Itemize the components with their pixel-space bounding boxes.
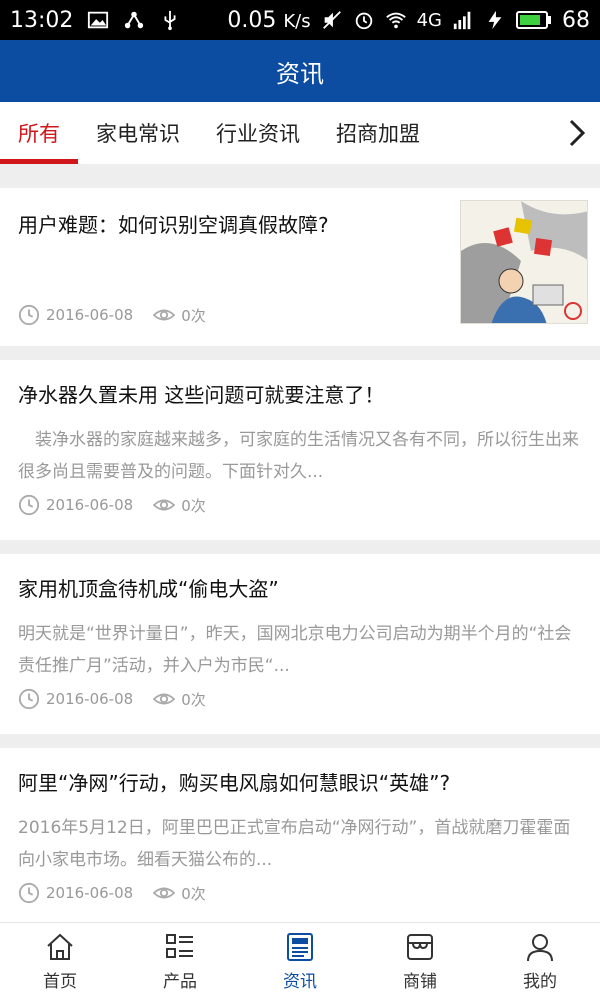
mute-icon bbox=[322, 11, 341, 29]
home-icon bbox=[47, 933, 73, 960]
eye-icon bbox=[153, 693, 176, 705]
clock-icon bbox=[18, 688, 40, 710]
article-meta: 2016-06-08 0次 bbox=[18, 304, 206, 326]
article-summary: 2016年5月12日，阿里巴巴正式宣布启动“净网行动”，首战就磨刀霍霍面向小家电… bbox=[18, 818, 571, 870]
share-icon bbox=[125, 11, 144, 29]
article-card[interactable]: 阿里“净网”行动，购买电风扇如何慧眼识“英雄”? 2016年5月12日，阿里巴巴… bbox=[0, 748, 600, 928]
article-date: 2016-06-08 bbox=[46, 306, 134, 324]
signal-icon bbox=[453, 11, 471, 30]
image-icon bbox=[88, 11, 109, 29]
usb-icon bbox=[164, 10, 176, 31]
tab-label: 家电常识 bbox=[96, 122, 180, 146]
status-time: 13:02 bbox=[10, 7, 74, 33]
eye-icon bbox=[153, 309, 176, 321]
list-icon bbox=[166, 934, 193, 958]
article-meta: 2016-06-08 0次 bbox=[18, 882, 206, 904]
tab-label: 招商加盟 bbox=[336, 122, 420, 146]
status-bar: 13:02 0.05 K/s 4G 68 bbox=[0, 0, 600, 40]
article-card[interactable]: 家用机顶盒待机成“偷电大盗” 明天就是“世界计量日”，昨天，国网北京电力公司启动… bbox=[0, 554, 600, 734]
article-views: 0次 bbox=[181, 884, 206, 903]
article-meta: 2016-06-08 0次 bbox=[18, 688, 206, 710]
tab-all[interactable]: 所有 bbox=[0, 102, 78, 164]
article-views: 0次 bbox=[181, 690, 206, 709]
article-card[interactable]: 用户难题：如何识别空调真假故障? 2016-06-08 0次 bbox=[0, 188, 600, 346]
tab-industry-news[interactable]: 行业资讯 bbox=[198, 102, 318, 164]
network-speed-unit: K/s bbox=[283, 10, 311, 32]
article-views: 0次 bbox=[181, 496, 206, 515]
nav-home[interactable]: 首页 bbox=[0, 923, 120, 1000]
article-thumbnail bbox=[460, 200, 588, 324]
app-header: 资讯 bbox=[0, 40, 600, 102]
network-speed: 0.05 bbox=[227, 7, 277, 33]
news-icon bbox=[287, 933, 313, 961]
cartoon-illustration-icon bbox=[461, 201, 587, 323]
nav-label: 商铺 bbox=[403, 972, 437, 992]
article-date: 2016-06-08 bbox=[46, 496, 134, 514]
nav-news[interactable]: 资讯 bbox=[240, 923, 360, 1000]
article-title: 阿里“净网”行动，购买电风扇如何慧眼识“英雄”? bbox=[18, 771, 451, 795]
article-summary: 明天就是“世界计量日”，昨天，国网北京电力公司启动为期半个月的“社会责任推广月”… bbox=[18, 624, 572, 676]
nav-label: 产品 bbox=[163, 972, 197, 992]
article-date: 2016-06-08 bbox=[46, 884, 134, 902]
nav-label: 我的 bbox=[523, 972, 557, 992]
signal-label: 4G bbox=[416, 9, 442, 31]
article-title: 净水器久置未用 这些问题可就要注意了！ bbox=[18, 383, 385, 407]
article-title: 家用机顶盒待机成“偷电大盗” bbox=[18, 577, 279, 601]
battery-icon bbox=[516, 11, 551, 29]
tab-appliance-tips[interactable]: 家电常识 bbox=[78, 102, 198, 164]
article-views: 0次 bbox=[181, 306, 206, 325]
tabs-more-button[interactable] bbox=[562, 102, 592, 164]
chevron-right-icon bbox=[569, 119, 586, 147]
charging-icon bbox=[488, 10, 502, 30]
category-tabs: 所有 家电常识 行业资讯 招商加盟 bbox=[0, 102, 600, 164]
eye-icon bbox=[153, 499, 176, 511]
nav-store[interactable]: 商铺 bbox=[360, 923, 480, 1000]
nav-label: 首页 bbox=[43, 972, 77, 992]
nav-label: 资讯 bbox=[283, 972, 317, 992]
user-icon bbox=[527, 934, 553, 962]
clock-icon bbox=[18, 304, 40, 326]
article-card[interactable]: 净水器久置未用 这些问题可就要注意了！ 装净水器的家庭越来越多，可家庭的生活情况… bbox=[0, 360, 600, 540]
nav-profile[interactable]: 我的 bbox=[480, 923, 600, 1000]
bottom-navigation: 首页 产品 资讯 商铺 我的 bbox=[0, 922, 600, 1000]
store-icon bbox=[407, 934, 433, 960]
nav-products[interactable]: 产品 bbox=[120, 923, 240, 1000]
article-title: 用户难题：如何识别空调真假故障? bbox=[18, 213, 329, 237]
clock-icon bbox=[18, 882, 40, 904]
eye-icon bbox=[153, 887, 176, 899]
battery-level: 68 bbox=[562, 7, 590, 33]
tab-franchise[interactable]: 招商加盟 bbox=[318, 102, 438, 164]
alarm-icon bbox=[355, 12, 372, 30]
article-date: 2016-06-08 bbox=[46, 690, 134, 708]
article-summary: 装净水器的家庭越来越多，可家庭的生活情况又各有不同，所以衍生出来很多尚且需要普及… bbox=[18, 430, 579, 482]
article-meta: 2016-06-08 0次 bbox=[18, 494, 206, 516]
page-title: 资讯 bbox=[276, 59, 324, 88]
clock-icon bbox=[18, 494, 40, 516]
wifi-icon bbox=[385, 12, 406, 29]
tab-label: 行业资讯 bbox=[216, 122, 300, 146]
tab-label: 所有 bbox=[18, 122, 60, 146]
